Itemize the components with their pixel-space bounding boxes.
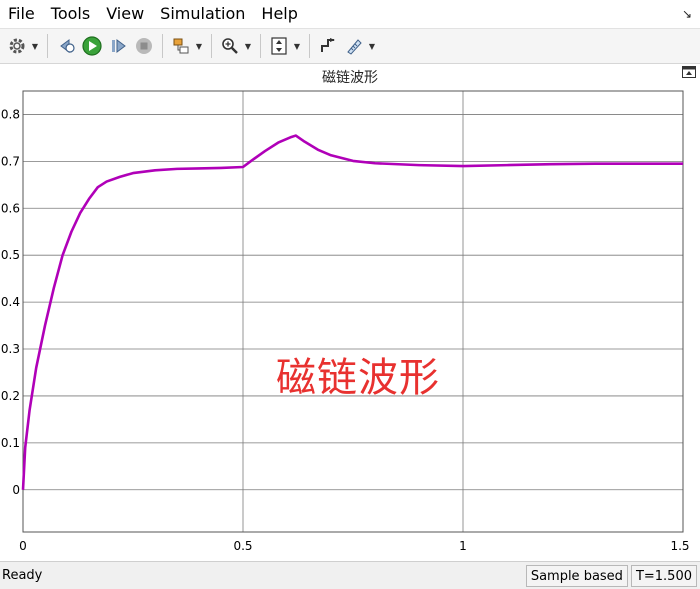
y-tick-label: 0.6	[1, 201, 20, 215]
x-tick-label: 1	[459, 539, 467, 553]
y-tick-label: 0.8	[1, 107, 20, 121]
step-forward-icon[interactable]	[106, 34, 130, 58]
toolbar-separator	[47, 34, 48, 58]
menu-tools[interactable]: Tools	[43, 0, 98, 28]
menu-help[interactable]: Help	[253, 0, 305, 28]
y-tick-label: 0.3	[1, 342, 20, 356]
tick-labels: 0 0.5 1 1.5 0 0.1 0.2 0.3 0.4 0.5 0.6 0.7 0.8	[1, 107, 690, 553]
y-tick-label: 0	[12, 483, 20, 497]
step-back-icon[interactable]	[54, 34, 78, 58]
plot-title: 磁链波形	[322, 70, 378, 86]
x-tick-label: 1.5	[670, 539, 689, 553]
plot-axes[interactable]: 0 0.5 1 1.5 0 0.1 0.2 0.3 0.4 0.5 0.6 0.7 0.8	[0, 64, 700, 561]
grid-lines	[23, 91, 683, 532]
triggers-icon[interactable]	[316, 34, 340, 58]
x-tick-label: 0.5	[233, 539, 252, 553]
y-tick-label: 0.7	[1, 154, 20, 168]
configuration-gear-icon[interactable]	[5, 34, 29, 58]
sample-mode-indicator: Sample based	[525, 564, 628, 587]
configuration-dropdown-icon[interactable]: ▼	[30, 34, 40, 58]
highlight-dropdown-icon[interactable]: ▼	[194, 34, 204, 58]
status-ready: Ready	[2, 568, 43, 583]
zoom-icon[interactable]	[218, 34, 242, 58]
axes-box	[22, 90, 684, 533]
zoom-dropdown-icon[interactable]: ▼	[243, 34, 253, 58]
toolbar-separator	[260, 34, 261, 58]
autoscale-dropdown-icon[interactable]: ▼	[292, 34, 302, 58]
status-bar: Ready Sample based T=1.500	[0, 561, 700, 589]
toolbar-separator	[162, 34, 163, 58]
menu-bar: File Tools View Simulation Help ↘	[0, 0, 700, 28]
toolbar-separator	[309, 34, 310, 58]
y-tick-label: 0.1	[1, 436, 20, 450]
highlight-block-icon[interactable]	[169, 34, 193, 58]
y-tick-label: 0.4	[1, 295, 20, 309]
y-tick-label: 0.5	[1, 248, 20, 262]
toolbar: ▼ ▼ ▼ ▼ ▼	[0, 28, 700, 64]
toolbar-separator	[211, 34, 212, 58]
x-tick-label: 0	[19, 539, 27, 553]
time-indicator: T=1.500	[630, 564, 697, 587]
cursor-measurements-icon[interactable]	[342, 34, 366, 58]
series-line	[21, 134, 683, 490]
autoscale-icon[interactable]	[267, 34, 291, 58]
stop-icon[interactable]	[132, 34, 156, 58]
waveform-annotation: 磁链波形	[276, 355, 440, 401]
menu-view[interactable]: View	[98, 0, 152, 28]
menu-simulation[interactable]: Simulation	[152, 0, 253, 28]
measurements-dropdown-icon[interactable]: ▼	[367, 34, 377, 58]
scope-window: File Tools View Simulation Help ↘ ▼ ▼ ▼ …	[0, 0, 700, 589]
menu-file[interactable]: File	[0, 0, 43, 28]
y-tick-label: 0.2	[1, 389, 20, 403]
dock-icon[interactable]	[682, 66, 696, 78]
undock-arrow-icon[interactable]: ↘	[682, 7, 692, 21]
run-icon[interactable]	[80, 34, 104, 58]
